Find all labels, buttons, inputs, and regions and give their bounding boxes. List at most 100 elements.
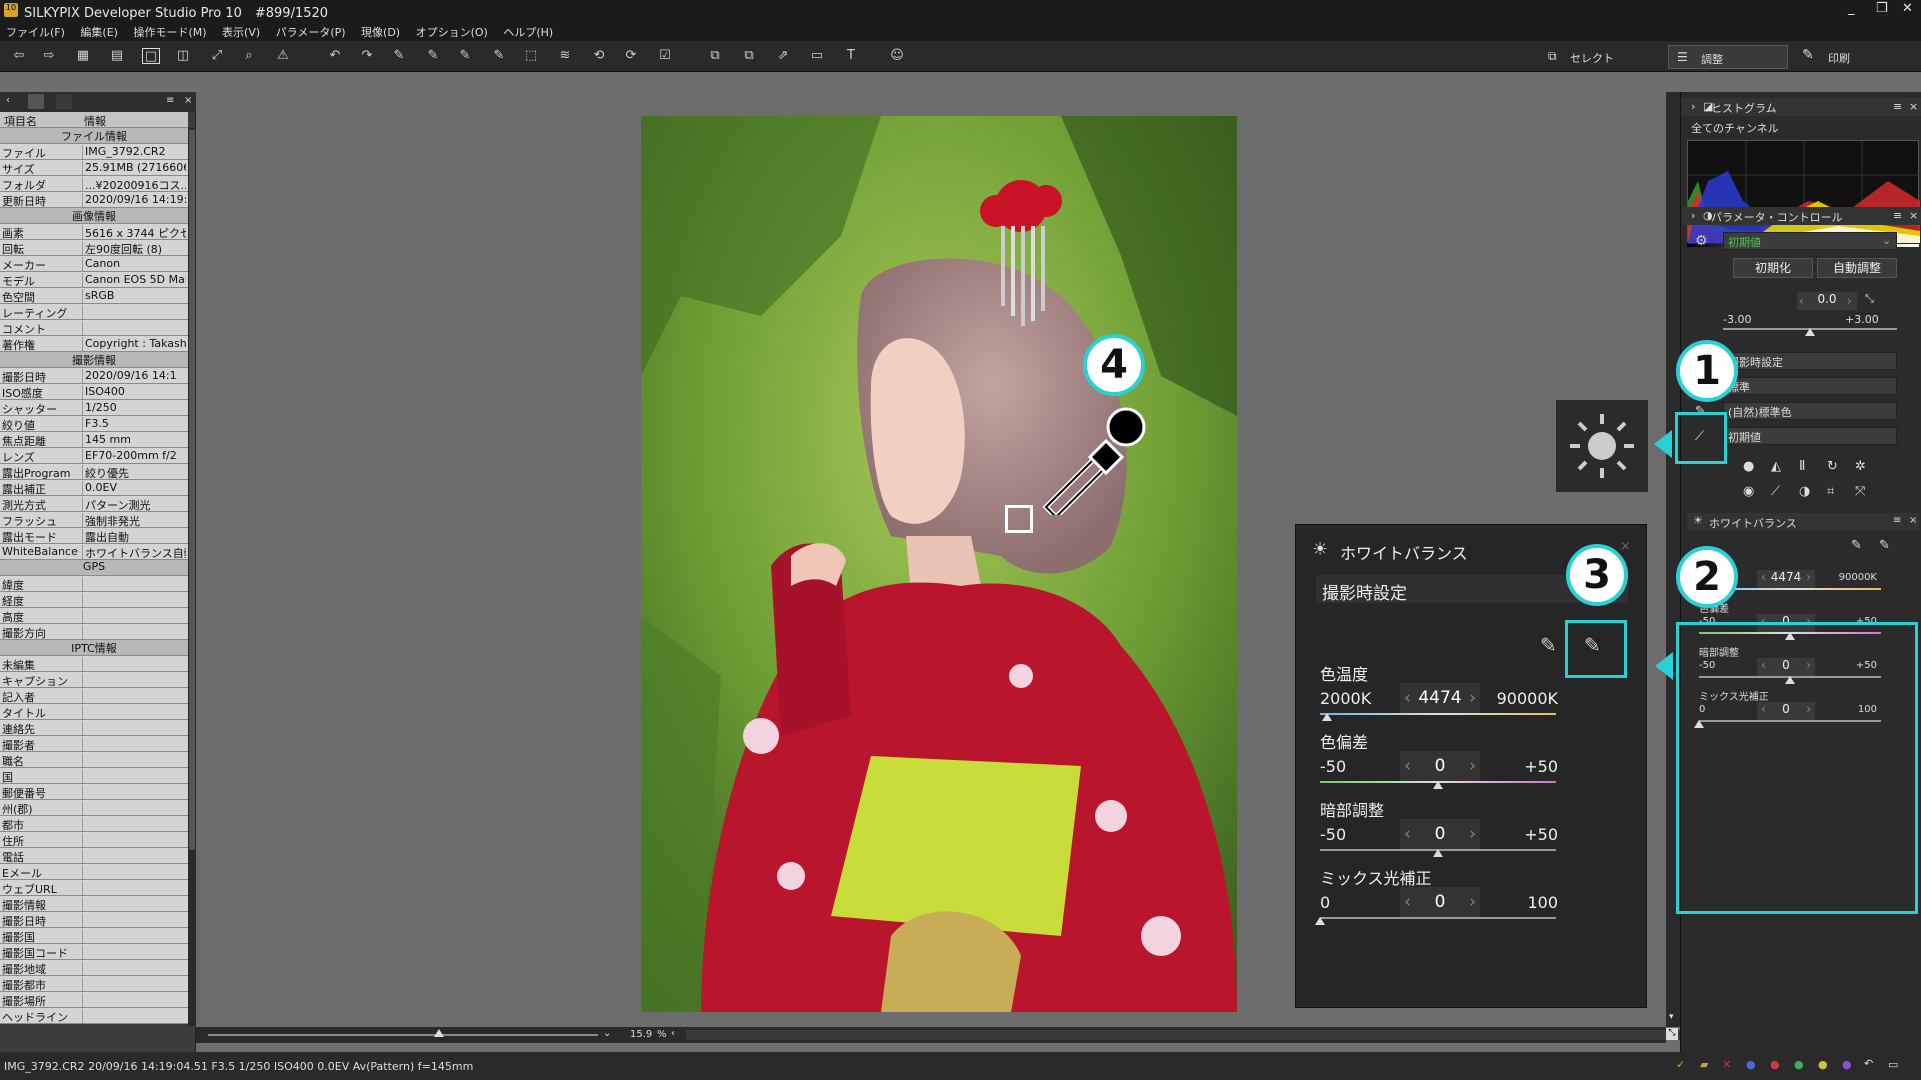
info-row[interactable]: 未編集	[0, 656, 188, 672]
info-value[interactable]: ...¥20200916コス...	[82, 177, 186, 191]
rotate-right-icon[interactable]: ⟳	[622, 48, 640, 64]
tool-crop-icon[interactable]: ⌗	[1827, 484, 1834, 499]
redo-icon[interactable]: ↷	[358, 48, 376, 64]
exposure-spinner[interactable]: ‹ 0.0 ›	[1797, 292, 1857, 310]
info-scrollbar[interactable]	[188, 128, 196, 1026]
text-tool-icon[interactable]: T	[842, 48, 860, 64]
info-value[interactable]	[82, 737, 186, 751]
info-value[interactable]: Canon EOS 5D Mar	[82, 273, 186, 287]
param-expand-icon[interactable]: ›	[1691, 209, 1695, 222]
info-row[interactable]: キャプション	[0, 672, 188, 688]
folder-tab-icon[interactable]	[56, 94, 72, 109]
status-tag-purple-icon[interactable]: ●	[1842, 1058, 1852, 1071]
preset-gear-icon[interactable]: ⚙	[1695, 233, 1708, 249]
info-row[interactable]: 撮影都市	[0, 976, 188, 992]
histogram-header[interactable]: › ◪ ヒストグラム ≡ ×	[1681, 98, 1921, 116]
tool-transform-icon[interactable]: ⤧	[1855, 484, 1865, 499]
fullscreen-icon[interactable]: ⤢	[208, 48, 226, 64]
info-value[interactable]	[82, 929, 186, 943]
panel-close-icon[interactable]: ×	[184, 95, 192, 106]
wb-slider-track[interactable]	[1320, 917, 1556, 919]
histogram-channel-select[interactable]: 全てのチャンネル	[1687, 119, 1919, 137]
info-value[interactable]	[82, 577, 186, 591]
info-value[interactable]	[82, 881, 186, 895]
info-value[interactable]: 絞り優先	[82, 465, 186, 479]
info-value[interactable]: 5616 x 3744 ピクセ/	[82, 225, 186, 239]
crop-icon[interactable]: ⬚	[522, 48, 540, 64]
info-row[interactable]: 撮影情報	[0, 896, 188, 912]
tone-select[interactable]: 標準	[1723, 377, 1897, 395]
tool-eye-icon[interactable]: ◉	[1743, 484, 1754, 499]
menu-develop[interactable]: 現像(D)	[355, 21, 406, 40]
info-value[interactable]	[82, 833, 186, 847]
info-row[interactable]: ウェブURL	[0, 880, 188, 896]
zoom-value[interactable]: 15.9	[630, 1029, 652, 1040]
histogram-menu-icon[interactable]: ≡	[1893, 100, 1902, 113]
info-value[interactable]	[82, 785, 186, 799]
wb-preset-select[interactable]: 撮影時設定	[1723, 352, 1897, 370]
info-value[interactable]: Copyright : Takash	[82, 337, 186, 351]
info-row[interactable]: 州(郡)	[0, 800, 188, 816]
status-tag-yellow-icon[interactable]: ●	[1818, 1058, 1828, 1071]
status-panel-icon[interactable]: ▭	[1888, 1058, 1898, 1071]
export-icon[interactable]: ⇗	[774, 48, 792, 64]
color-select[interactable]: (自然)標準色	[1723, 402, 1897, 420]
tool-stamp-icon[interactable]: ◑	[1799, 484, 1810, 499]
histogram-close-icon[interactable]: ×	[1909, 100, 1918, 113]
info-row[interactable]: 更新日時 2020/09/16 14:19:	[0, 192, 188, 208]
ai-icon[interactable]: ☺	[888, 48, 906, 64]
preset-select[interactable]: 初期値 ⌄	[1723, 232, 1897, 250]
zoom-icon[interactable]: ⌕	[240, 48, 258, 64]
info-row[interactable]: 回転 左90度回転 (8)	[0, 240, 188, 256]
info-row[interactable]: モデル Canon EOS 5D Mar	[0, 272, 188, 288]
info-row[interactable]: 画素 5616 x 3744 ピクセ/	[0, 224, 188, 240]
wb-dialog-close-icon[interactable]: ×	[1620, 539, 1631, 554]
wb-panel-menu-icon[interactable]: ≡	[1893, 515, 1901, 526]
status-tag-red-icon[interactable]: ●	[1770, 1058, 1780, 1071]
info-row[interactable]: 絞り値 F3.5	[0, 416, 188, 432]
status-check-icon[interactable]: ✓	[1676, 1058, 1685, 1071]
info-row[interactable]: 撮影場所	[0, 992, 188, 1008]
wb-spinner-dec-icon[interactable]: ‹	[1404, 887, 1411, 917]
param-control-header[interactable]: › ◑ パラメータ・コントロール ≡ ×	[1681, 207, 1921, 225]
restore-button[interactable]: ❐	[1876, 1, 1888, 16]
zoom-slider-track[interactable]	[208, 1034, 598, 1036]
scroll-left-icon[interactable]: ‹	[671, 1028, 675, 1039]
info-row[interactable]: 撮影日時 2020/09/16 14:1	[0, 368, 188, 384]
tool-star-icon[interactable]: ✲	[1855, 459, 1866, 474]
info-row[interactable]: フラッシュ 強制非発光	[0, 512, 188, 528]
info-row[interactable]: 露出Program 絞り優先	[0, 464, 188, 480]
wb-spinner-inc-icon[interactable]: ›	[1806, 570, 1811, 584]
thumbnail-view-icon[interactable]: ▦	[74, 48, 92, 64]
mode-print-button[interactable]: ✎ 印刷	[1798, 45, 1908, 69]
zoom-dropdown-icon[interactable]: ⌄	[603, 1028, 611, 1039]
wb-slider-thumb[interactable]	[1433, 849, 1443, 857]
info-value[interactable]	[82, 305, 186, 319]
tool-lens-icon[interactable]: Ⅱ	[1799, 459, 1805, 474]
status-undo-icon[interactable]: ↶	[1864, 1057, 1873, 1070]
info-value[interactable]	[82, 609, 186, 623]
info-value[interactable]: 1/250	[82, 401, 186, 415]
info-value[interactable]: 145 mm	[82, 433, 186, 447]
info-value[interactable]: ISO400	[82, 385, 186, 399]
exposure-slider-thumb[interactable]	[1805, 328, 1815, 336]
wb-slider-thumb[interactable]	[1433, 781, 1443, 789]
sharpness-select[interactable]: 初期値	[1723, 427, 1897, 445]
info-value[interactable]: 強制非発光	[82, 513, 186, 527]
tool-ball-icon[interactable]: ●	[1743, 459, 1754, 474]
info-row[interactable]: 住所	[0, 832, 188, 848]
info-value[interactable]: 0.0EV	[82, 481, 186, 495]
info-row[interactable]: 色空間 sRGB	[0, 288, 188, 304]
info-row[interactable]: 連絡先	[0, 720, 188, 736]
info-value[interactable]: 25.91MB (2716606	[82, 161, 186, 175]
info-value[interactable]	[82, 961, 186, 975]
wb-pipette-icon[interactable]: ✎	[1879, 538, 1890, 553]
layers-icon[interactable]: ≋	[556, 48, 574, 64]
info-row[interactable]: 記入者	[0, 688, 188, 704]
info-value[interactable]: EF70-200mm f/2	[82, 449, 186, 463]
single-view-icon[interactable]: □	[142, 48, 160, 64]
info-value[interactable]	[82, 913, 186, 927]
navigator-icon[interactable]: ⤡	[1666, 1028, 1678, 1040]
wb-spinner-inc-icon[interactable]: ›	[1469, 887, 1476, 917]
zoom-slider-thumb[interactable]	[434, 1029, 444, 1037]
